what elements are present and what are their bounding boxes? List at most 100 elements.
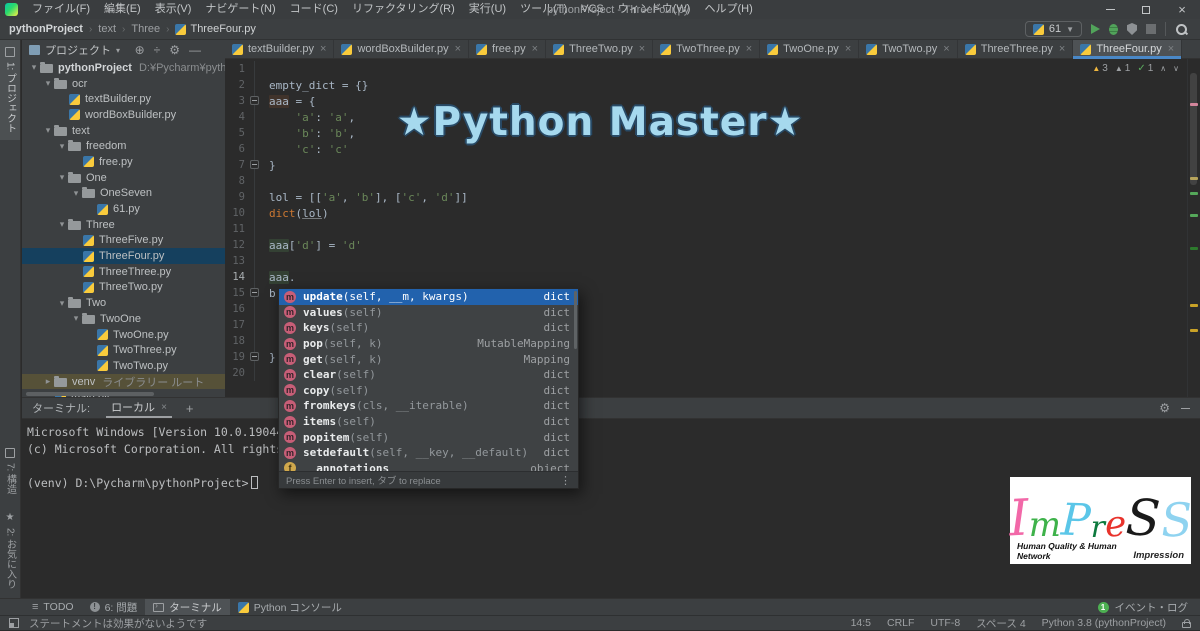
tree-item[interactable]: textBuilder.py [22,91,225,107]
close-tab-icon[interactable]: × [746,43,752,55]
editor-tab-TwoThree.py[interactable]: TwoThree.py× [653,40,760,58]
new-terminal-icon[interactable]: + [186,401,194,416]
close-tab-icon[interactable]: × [532,43,538,55]
tool-window-switcher-icon[interactable] [9,618,19,628]
menu-item[interactable]: 編集(E) [97,3,148,15]
error-stripe[interactable] [1187,59,1200,397]
tree-item[interactable]: TwoThree.py [22,342,225,358]
editor-tab-ThreeTwo.py[interactable]: ThreeTwo.py× [546,40,653,58]
tree-item[interactable]: free.py [22,154,225,170]
coverage-button[interactable] [1127,23,1137,35]
hide-panel-icon[interactable]: — [189,43,201,57]
run-configuration-selector[interactable]: 61 ▼ [1025,21,1082,37]
completion-item[interactable]: mvalues(self)dict [279,305,578,321]
chevron-down-icon[interactable]: ▾ [56,298,68,309]
debug-button[interactable] [1109,24,1118,35]
error-stripe-mark[interactable] [1190,177,1198,180]
completion-item[interactable]: mkeys(self)dict [279,320,578,336]
completion-item[interactable]: mpop(self, k)MutableMapping [279,336,578,352]
menu-item[interactable]: コード(C) [283,3,345,15]
breadcrumb-item[interactable]: pythonProject [9,23,83,35]
close-tab-icon[interactable]: × [455,43,461,55]
more-options-icon[interactable]: ⋮ [560,474,571,487]
tree-item[interactable]: ▾freedom [22,138,225,154]
editor-tab-free.py[interactable]: free.py× [469,40,546,58]
menu-item[interactable]: ヘルプ(H) [697,3,759,15]
error-stripe-mark[interactable] [1190,247,1198,250]
chevron-down-icon[interactable]: ▾ [70,313,82,324]
completion-item[interactable]: mupdate(self, __m, kwargs)dict [279,289,578,305]
close-tab-icon[interactable]: × [1059,43,1065,55]
next-issue-icon[interactable]: ∨ [1173,64,1179,73]
weak-warning-count[interactable]: ▲1 [1115,63,1130,74]
editor-tab-textBuilder.py[interactable]: textBuilder.py× [225,40,334,58]
inspections-widget[interactable]: ▲3 ▲1 ✓1 ∧ ∨ [1092,63,1179,74]
close-tab-icon[interactable]: × [1168,43,1174,55]
warning-count[interactable]: ▲3 [1092,63,1107,74]
tree-item[interactable]: 61.py [22,201,225,217]
hide-panel-icon[interactable] [1181,408,1190,409]
settings-gear-icon[interactable]: ⚙ [169,43,180,57]
minimize-button[interactable] [1092,0,1128,19]
tree-item[interactable]: wordBoxBuilder.py [22,107,225,123]
prev-issue-icon[interactable]: ∧ [1160,64,1166,73]
menu-item[interactable]: ファイル(F) [25,3,97,15]
completion-item[interactable]: mfromkeys(cls, __iterable)dict [279,398,578,414]
scrollbar-thumb[interactable] [1190,73,1197,185]
menu-item[interactable]: 表示(V) [148,3,199,15]
chevron-down-icon[interactable]: ▾ [42,78,54,89]
tree-item[interactable]: TwoTwo.py [22,358,225,374]
completion-item[interactable]: f__annotations__object [279,461,578,471]
error-stripe-mark[interactable] [1190,103,1198,106]
editor-tab-TwoOne.py[interactable]: TwoOne.py× [760,40,859,58]
tree-item[interactable]: ▾text [22,123,225,139]
error-stripe-mark[interactable] [1190,304,1198,307]
fold-marker-icon[interactable] [250,288,259,297]
fold-marker-icon[interactable] [250,352,259,361]
chevron-down-icon[interactable]: ▾ [70,188,82,199]
tree-item[interactable]: ▾TwoOne [22,311,225,327]
lock-icon[interactable] [1182,622,1191,628]
chevron-down-icon[interactable]: ▾ [116,46,120,55]
menu-item[interactable]: 実行(U) [462,3,513,15]
tool-stripe-structure[interactable]: 7: 構造 [0,441,20,501]
tree-item[interactable]: ThreeTwo.py [22,280,225,296]
tree-item[interactable]: ▾ocr [22,76,225,92]
completion-item[interactable]: mclear(self)dict [279,367,578,383]
event-log-button[interactable]: 1 イベント・ログ [1098,600,1200,615]
close-tab-icon[interactable]: × [845,43,851,55]
tree-item[interactable]: ▾Three [22,217,225,233]
editor-tab-TwoTwo.py[interactable]: TwoTwo.py× [859,40,957,58]
completion-item[interactable]: mitems(self)dict [279,414,578,430]
toolwindow-button[interactable]: Python コンソール [230,599,350,615]
spelling-count[interactable]: ✓1 [1137,63,1153,74]
breadcrumb-item[interactable]: Three [131,23,160,35]
close-tab-icon[interactable]: × [943,43,949,55]
chevron-down-icon[interactable]: ▾ [56,141,68,152]
completion-item[interactable]: msetdefault(self, __key, __default)dict [279,445,578,461]
breadcrumb-item[interactable]: ThreeFour.py [175,23,255,35]
collapse-all-icon[interactable]: ÷ [154,43,161,57]
chevron-right-icon[interactable]: ▸ [42,376,54,387]
tool-stripe-project[interactable]: 1: プロジェクト [0,40,20,140]
status-widget[interactable]: 14:5 [851,617,871,629]
terminal-tab-local[interactable]: ローカル × [106,398,172,418]
close-tab-icon[interactable]: × [320,43,326,55]
chevron-down-icon[interactable]: ▾ [28,62,40,73]
tree-item[interactable]: ▾Two [22,295,225,311]
chevron-down-icon[interactable]: ▾ [56,172,68,183]
fold-marker-icon[interactable] [250,96,259,105]
toolwindow-button[interactable]: ターミナル [145,599,230,615]
toolwindow-button[interactable]: TODO [24,599,82,615]
tree-item[interactable]: ThreeFour.py [22,248,225,264]
menu-item[interactable]: リファクタリング(R) [345,3,462,15]
completion-item[interactable]: mget(self, k)Mapping [279,351,578,367]
tree-item[interactable]: TwoOne.py [22,327,225,343]
status-widget[interactable]: CRLF [887,617,914,629]
close-tab-icon[interactable]: × [161,402,167,413]
settings-gear-icon[interactable]: ⚙ [1159,401,1170,415]
error-stripe-mark[interactable] [1190,192,1198,195]
project-panel-title[interactable]: プロジェクト [45,42,111,58]
chevron-down-icon[interactable]: ▾ [42,125,54,136]
run-button[interactable] [1091,24,1100,34]
